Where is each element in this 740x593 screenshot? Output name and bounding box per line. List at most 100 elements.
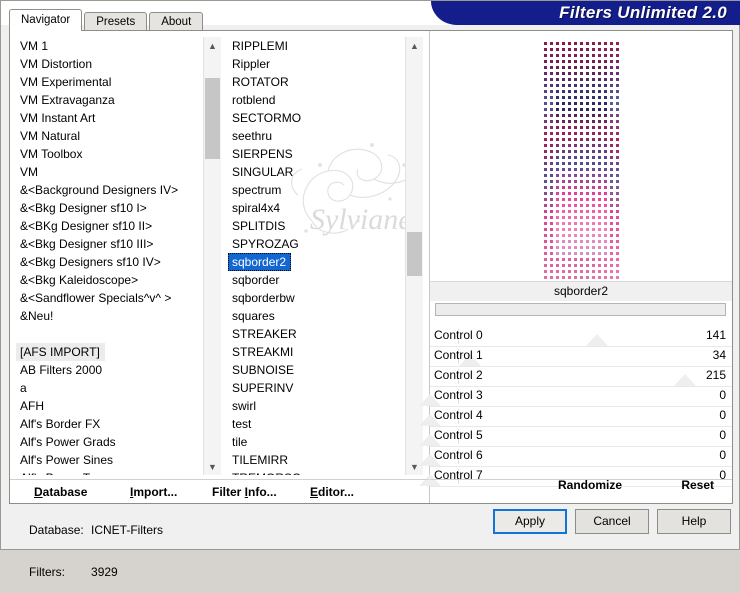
list-item[interactable]: Rippler <box>228 55 406 73</box>
list-item[interactable]: SPLITDIS <box>228 217 406 235</box>
editor-button[interactable]: Editor... <box>310 485 354 499</box>
list-item[interactable]: spectrum <box>228 181 406 199</box>
control-value: 34 <box>712 348 726 362</box>
filter-info-button[interactable]: Filter Info... <box>212 485 277 499</box>
list-item[interactable]: VM Toolbox <box>16 145 204 163</box>
list-item[interactable]: VM <box>16 163 204 181</box>
apply-button[interactable]: Apply <box>493 509 567 534</box>
control-label: Control 1 <box>434 348 483 362</box>
list-item[interactable]: &<Sandflower Specials^v^ > <box>16 289 204 307</box>
control-value: 215 <box>705 368 726 382</box>
list-item[interactable]: VM Experimental <box>16 73 204 91</box>
tab-presets[interactable]: Presets <box>84 12 148 31</box>
list-item[interactable]: VM Distortion <box>16 55 204 73</box>
control-slider-row[interactable]: Control 4 0 <box>419 407 732 427</box>
import-button[interactable]: Import... <box>130 485 177 499</box>
list-item[interactable]: sqborderbw <box>228 289 406 307</box>
list-item-selected[interactable]: sqborder2 <box>228 253 292 271</box>
list-item[interactable]: squares <box>228 307 406 325</box>
filter-info-b: nfo... <box>248 485 277 499</box>
help-button[interactable]: Help <box>657 509 731 534</box>
list-item[interactable]: &<Background Designers IV> <box>16 181 204 199</box>
list-item[interactable]: spiral4x4 <box>228 199 406 217</box>
preview-area[interactable] <box>430 37 732 280</box>
list-item[interactable]: tile <box>228 433 406 451</box>
tab-about-label: About <box>161 16 192 28</box>
list-item[interactable]: STREAKMI <box>228 343 406 361</box>
tab-about[interactable]: About <box>149 12 204 31</box>
list-item[interactable]: Alf's Power Grads <box>16 433 204 451</box>
app-title: Filters Unlimited 2.0 <box>559 3 727 22</box>
list-item[interactable]: a <box>16 379 204 397</box>
filters-unlimited-window: Filters Unlimited 2.0 Navigator Presets … <box>0 0 740 579</box>
control-slider-row[interactable]: Control 1 34 <box>430 347 732 367</box>
preview-filter-name: sqborder2 <box>430 281 732 301</box>
list-item[interactable]: seethru <box>228 127 406 145</box>
control-label: Control 7 <box>434 468 483 482</box>
control-slider-row[interactable]: Control 0 141 <box>430 327 732 347</box>
list-item[interactable]: Alf's Border FX <box>16 415 204 433</box>
list-item[interactable]: SINGULAR <box>228 163 406 181</box>
control-value: 0 <box>719 388 726 402</box>
tab-navigator[interactable]: Navigator <box>9 9 83 31</box>
list-item[interactable]: &Neu! <box>16 307 204 325</box>
control-slider-row[interactable]: Control 2 215 <box>430 367 732 387</box>
list-item[interactable]: VM Extravaganza <box>16 91 204 109</box>
list-item[interactable]: &<Bkg Kaleidoscope> <box>16 271 204 289</box>
import-button-rest: mport... <box>133 485 178 499</box>
list-item[interactable]: AB Filters 2000 <box>16 361 204 379</box>
list-item[interactable]: STREAKER <box>228 325 406 343</box>
filter-list[interactable]: Sylviane RIPPLEMI Rippler ROTATOR rotblend S… <box>228 37 423 475</box>
list-item[interactable]: Alf's Power Toys <box>16 469 204 475</box>
list-item[interactable]: SUBNOISE <box>228 361 406 379</box>
slider-thumb[interactable] <box>673 374 696 386</box>
category-list-scrollbar[interactable]: ▲ ▼ <box>203 37 221 475</box>
list-item[interactable]: TREMORSC <box>228 469 406 475</box>
list-item[interactable]: ROTATOR <box>228 73 406 91</box>
list-item[interactable]: &<Bkg Designers sf10 IV> <box>16 253 204 271</box>
list-item[interactable]: TILEMIRR <box>228 451 406 469</box>
category-list-viewport: VM 1 VM Distortion VM Experimental VM Extra… <box>16 37 204 475</box>
list-item[interactable]: SUPERINV <box>228 379 406 397</box>
randomize-button[interactable]: Randomize <box>558 478 622 492</box>
status-filters-label: Filters: <box>29 565 66 579</box>
list-item[interactable]: VM 1 <box>16 37 204 55</box>
control-label: Control 6 <box>434 448 483 462</box>
category-list[interactable]: VM 1 VM Distortion VM Experimental VM Extra… <box>16 37 221 475</box>
list-item-spacer <box>16 325 204 343</box>
reset-button[interactable]: Reset <box>681 478 714 492</box>
list-item[interactable]: SPYROZAG <box>228 235 406 253</box>
scrollbar-thumb[interactable] <box>407 231 422 277</box>
list-item[interactable]: &<BKg Designer sf10 II> <box>16 217 204 235</box>
scrollbar-thumb[interactable] <box>205 78 220 160</box>
list-item[interactable]: VM Instant Art <box>16 109 204 127</box>
control-slider-row[interactable]: Control 3 0 <box>419 387 732 407</box>
status-filters-row: Filters: 3929 <box>9 551 733 593</box>
scroll-up-icon[interactable]: ▲ <box>204 37 221 54</box>
title-banner: Filters Unlimited 2.0 <box>431 1 740 25</box>
database-button[interactable]: Database <box>34 485 87 499</box>
scroll-up-icon[interactable]: ▲ <box>406 37 423 54</box>
filter-list-scrollbar[interactable]: ▲ ▼ <box>405 37 423 475</box>
slider-thumb[interactable] <box>585 334 608 346</box>
list-item[interactable]: rotblend <box>228 91 406 109</box>
list-item[interactable]: SECTORMO <box>228 109 406 127</box>
list-item[interactable]: &<Bkg Designer sf10 I> <box>16 199 204 217</box>
list-item[interactable]: VM Natural <box>16 127 204 145</box>
tab-strip: Navigator Presets About <box>9 9 205 31</box>
list-item[interactable]: swirl <box>228 397 406 415</box>
list-item[interactable]: sqborder <box>228 271 406 289</box>
list-item[interactable]: test <box>228 415 406 433</box>
list-item[interactable]: RIPPLEMI <box>228 37 406 55</box>
scroll-down-icon[interactable]: ▼ <box>204 458 221 475</box>
status-database-label: Database: <box>29 523 84 537</box>
list-item[interactable]: Alf's Power Sines <box>16 451 204 469</box>
database-button-rest: atabase <box>42 485 88 499</box>
list-item[interactable]: SIERPENS <box>228 145 406 163</box>
list-item[interactable]: AFH <box>16 397 204 415</box>
cancel-button[interactable]: Cancel <box>575 509 649 534</box>
list-item[interactable]: &<Bkg Designer sf10 III> <box>16 235 204 253</box>
control-slider-row[interactable]: Control 5 0 <box>419 427 732 447</box>
list-item[interactable]: [AFS IMPORT] <box>16 343 105 361</box>
control-slider-row[interactable]: Control 6 0 <box>419 447 732 467</box>
